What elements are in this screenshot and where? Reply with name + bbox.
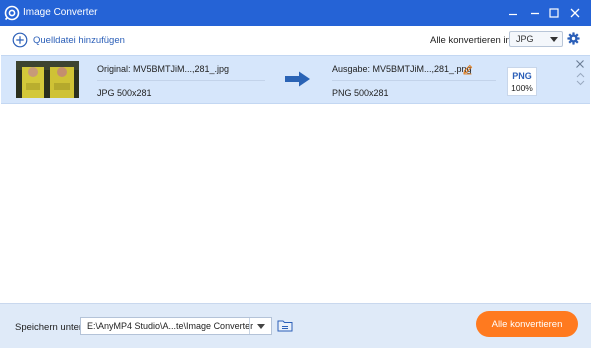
bottom-bar: Speichern unter: E:\AnyMP4 Studio\A...te… — [0, 303, 591, 348]
minimize-icon — [531, 12, 539, 15]
file-row[interactable]: Original: MV5BMTJiM...,281_.jpg JPG 500x… — [1, 55, 590, 104]
output-filename: Ausgabe: MV5BMTJiM...,281_.png — [332, 64, 472, 74]
original-info: JPG 500x281 — [97, 88, 152, 98]
image-thumbnail — [16, 61, 79, 98]
gear-icon[interactable] — [567, 32, 580, 45]
divider — [332, 80, 496, 81]
output-format-badge[interactable]: PNG 100% — [507, 67, 537, 96]
save-to-label: Speichern unter: — [15, 322, 85, 333]
menu-button[interactable] — [503, 3, 523, 23]
add-source-button[interactable]: Quelldatei hinzufügen — [12, 31, 125, 49]
file-list-area — [1, 105, 590, 303]
app-title: Image Converter — [23, 7, 98, 18]
menu-lines-icon — [509, 13, 517, 16]
app-logo-icon — [4, 5, 20, 21]
folder-icon[interactable] — [277, 319, 293, 332]
close-icon[interactable] — [575, 59, 585, 69]
badge-format: PNG — [512, 71, 532, 81]
maximize-icon — [549, 8, 559, 18]
path-dropdown-button[interactable] — [249, 318, 271, 334]
chevron-up-icon[interactable] — [576, 72, 585, 78]
output-info: PNG 500x281 — [332, 88, 389, 98]
output-format-select[interactable]: JPG — [509, 31, 563, 47]
pencil-icon[interactable] — [462, 64, 473, 75]
add-source-label: Quelldatei hinzufügen — [33, 34, 125, 46]
convert-all-button[interactable]: Alle konvertieren — [476, 311, 578, 337]
save-path-value: E:\AnyMP4 Studio\A...te\Image Converter — [87, 321, 254, 331]
maximize-button[interactable] — [544, 3, 564, 23]
arrow-right-icon — [285, 71, 310, 87]
chevron-down-icon — [550, 37, 558, 42]
close-button[interactable] — [565, 3, 585, 23]
convert-all-label: Alle konvertieren in: — [430, 35, 514, 46]
close-icon — [570, 8, 580, 18]
title-bar: Image Converter — [0, 0, 591, 26]
chevron-down-icon — [256, 323, 265, 329]
save-path-field[interactable]: E:\AnyMP4 Studio\A...te\Image Converter — [80, 317, 272, 335]
chevron-down-icon[interactable] — [576, 80, 585, 86]
original-filename: Original: MV5BMTJiM...,281_.jpg — [97, 64, 230, 74]
badge-quality: 100% — [511, 83, 533, 93]
minimize-button[interactable] — [525, 3, 545, 23]
plus-circle-icon — [12, 32, 28, 48]
toolbar: Quelldatei hinzufügen Alle konvertieren … — [0, 26, 591, 54]
output-format-value: JPG — [516, 34, 534, 44]
divider — [97, 80, 265, 81]
